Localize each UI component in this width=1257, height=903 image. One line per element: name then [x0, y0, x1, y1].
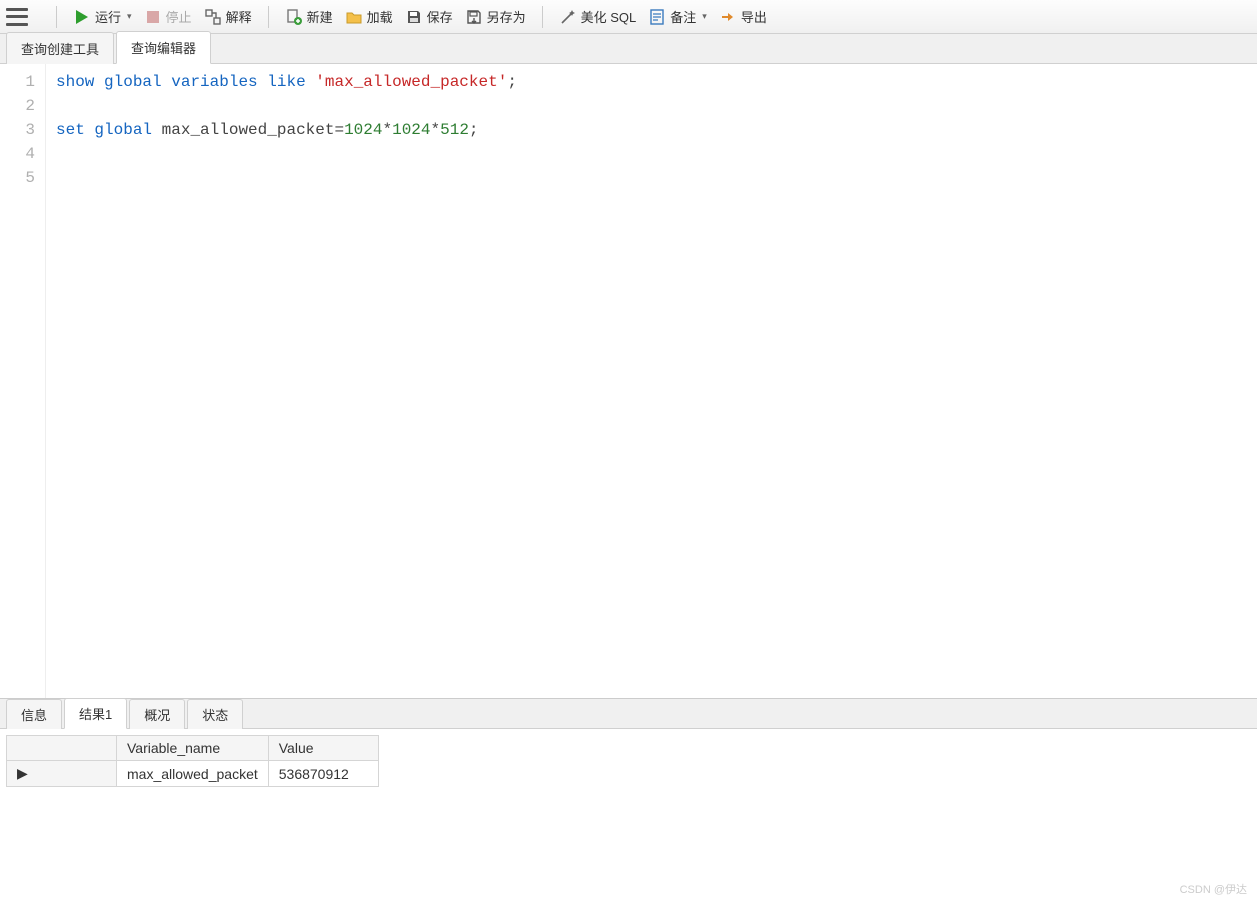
- token-kw: global: [94, 121, 152, 139]
- code-line[interactable]: show global variables like 'max_allowed_…: [56, 70, 517, 94]
- token-pn: ;: [507, 73, 517, 91]
- column-header[interactable]: Variable_name: [117, 736, 269, 761]
- explain-icon: [204, 8, 222, 26]
- editor-code-area[interactable]: show global variables like 'max_allowed_…: [46, 64, 527, 698]
- token-str: 'max_allowed_packet': [315, 73, 507, 91]
- tab-query-builder[interactable]: 查询创建工具: [6, 32, 114, 64]
- sql-editor[interactable]: 12345 show global variables like 'max_al…: [0, 64, 1257, 698]
- beautify-sql-button[interactable]: 美化 SQL: [553, 4, 643, 29]
- result-table[interactable]: Variable_nameValue▶max_allowed_packet536…: [6, 735, 379, 787]
- toolbar-separator: [542, 6, 543, 28]
- explain-label: 解释: [226, 7, 252, 26]
- save-label: 保存: [427, 7, 453, 26]
- save-as-icon: [465, 8, 483, 26]
- token-pn: ;: [469, 121, 479, 139]
- token-pn: *: [382, 121, 392, 139]
- new-label: 新建: [307, 7, 333, 26]
- results-tabstrip: 信息 结果1 概况 状态: [0, 699, 1257, 729]
- stop-label: 停止: [166, 7, 192, 26]
- row-indicator-header: [7, 736, 117, 761]
- token-kw: set: [56, 121, 85, 139]
- load-button[interactable]: 加载: [339, 4, 399, 29]
- dropdown-arrow-icon: ▾: [127, 11, 132, 22]
- table-cell[interactable]: max_allowed_packet: [117, 761, 269, 787]
- beautify-label: 美化 SQL: [581, 7, 637, 26]
- token-kw: like: [267, 73, 305, 91]
- new-button[interactable]: 新建: [279, 4, 339, 29]
- table-row[interactable]: ▶max_allowed_packet536870912: [7, 761, 379, 787]
- result-grid[interactable]: Variable_nameValue▶max_allowed_packet536…: [0, 729, 1257, 903]
- row-indicator-icon: ▶: [7, 761, 117, 787]
- token-num: 512: [440, 121, 469, 139]
- load-label: 加载: [367, 7, 393, 26]
- run-label: 运行: [95, 7, 121, 26]
- export-label: 导出: [741, 7, 767, 26]
- editor-gutter: 12345: [0, 64, 46, 698]
- token-kw: variables: [171, 73, 257, 91]
- toolbar-separator: [268, 6, 269, 28]
- stop-button: 停止: [138, 4, 198, 29]
- line-number: 4: [0, 142, 35, 166]
- tab-info[interactable]: 信息: [6, 699, 62, 729]
- token-pn: *: [431, 121, 441, 139]
- magic-wand-icon: [559, 8, 577, 26]
- token-kw: show: [56, 73, 94, 91]
- line-number: 2: [0, 94, 35, 118]
- save-button[interactable]: 保存: [399, 4, 459, 29]
- play-icon: [73, 8, 91, 26]
- run-button[interactable]: 运行 ▾: [67, 4, 138, 29]
- tab-profile[interactable]: 概况: [129, 699, 185, 729]
- folder-open-icon: [345, 8, 363, 26]
- notes-icon: [648, 8, 666, 26]
- new-file-icon: [285, 8, 303, 26]
- toolbar-separator: [56, 6, 57, 28]
- table-cell[interactable]: 536870912: [268, 761, 378, 787]
- code-line[interactable]: [56, 166, 517, 190]
- token-num: 1024: [344, 121, 382, 139]
- editor-tabstrip: 查询创建工具 查询编辑器: [0, 34, 1257, 64]
- line-number: 1: [0, 70, 35, 94]
- results-panel: 信息 结果1 概况 状态 Variable_nameValue▶max_allo…: [0, 698, 1257, 903]
- notes-button[interactable]: 备注 ▾: [642, 4, 713, 29]
- save-icon: [405, 8, 423, 26]
- stop-icon: [144, 8, 162, 26]
- explain-button[interactable]: 解释: [198, 4, 258, 29]
- save-as-button[interactable]: 另存为: [459, 4, 532, 29]
- notes-label: 备注: [670, 7, 696, 26]
- code-line[interactable]: [56, 142, 517, 166]
- line-number: 3: [0, 118, 35, 142]
- tab-status[interactable]: 状态: [187, 699, 243, 729]
- export-button[interactable]: 导出: [713, 4, 773, 29]
- code-line[interactable]: set global max_allowed_packet=1024*1024*…: [56, 118, 517, 142]
- tab-query-editor[interactable]: 查询编辑器: [116, 31, 211, 64]
- main-toolbar: 运行 ▾ 停止 解释 新建 加载: [0, 0, 1257, 34]
- hamburger-menu-icon[interactable]: [6, 8, 28, 26]
- token-kw: global: [104, 73, 162, 91]
- dropdown-arrow-icon: ▾: [702, 11, 707, 22]
- tab-result1[interactable]: 结果1: [64, 698, 127, 729]
- line-number: 5: [0, 166, 35, 190]
- save-as-label: 另存为: [487, 7, 526, 26]
- token-num: 1024: [392, 121, 430, 139]
- column-header[interactable]: Value: [268, 736, 378, 761]
- code-line[interactable]: [56, 94, 517, 118]
- token-pn: max_allowed_packet=: [162, 121, 344, 139]
- export-icon: [719, 8, 737, 26]
